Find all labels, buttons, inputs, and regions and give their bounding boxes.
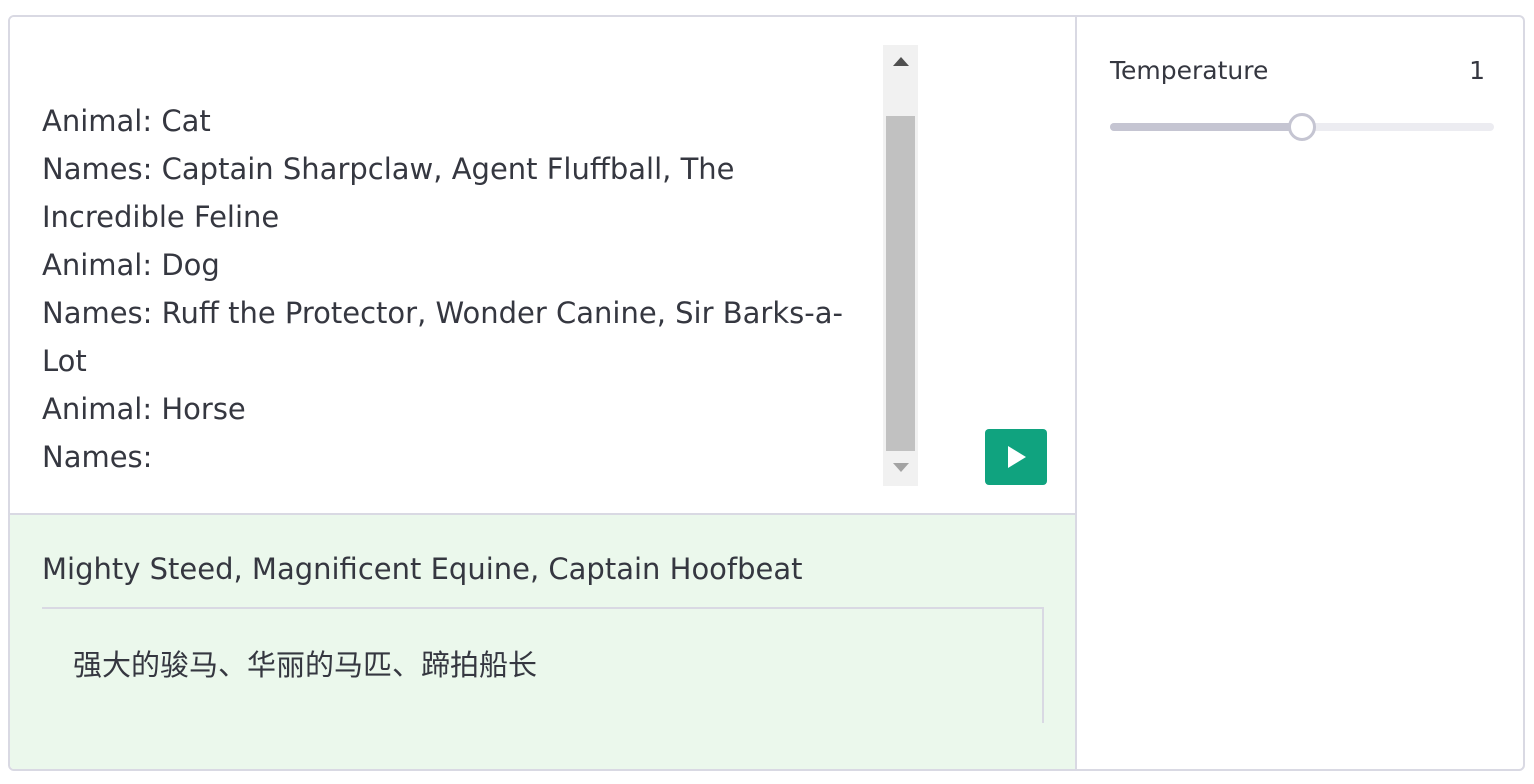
scrollbar-thumb[interactable]	[886, 116, 915, 451]
temperature-label: Temperature	[1110, 56, 1269, 85]
prompt-line-animal-cat: Animal: Cat	[42, 104, 211, 138]
prompt-line-animal-dog: Animal: Dog	[42, 248, 220, 282]
scroll-down-arrow-icon[interactable]	[893, 463, 909, 472]
settings-sidebar: Temperature 1	[1077, 17, 1523, 769]
completion-text: Mighty Steed, Magnificent Equine, Captai…	[42, 552, 803, 586]
prompt-line-names-cat: Names: Captain Sharpclaw, Agent Fluffbal…	[42, 152, 735, 234]
translation-text: 强大的骏马、华丽的马匹、蹄拍船长	[73, 648, 538, 682]
slider-thumb[interactable]	[1288, 113, 1316, 141]
prompt-line-animal-horse: Animal: Horse	[42, 392, 246, 426]
playground-panel: Animal: Cat Names: Captain Sharpclaw, Ag…	[8, 15, 1525, 771]
temperature-slider[interactable]	[1110, 113, 1494, 141]
prompt-text[interactable]: Animal: Cat Names: Captain Sharpclaw, Ag…	[42, 97, 867, 481]
prompt-scrollbar[interactable]	[883, 45, 918, 486]
play-icon	[1008, 446, 1026, 468]
temperature-value: 1	[1469, 56, 1485, 85]
slider-fill	[1110, 123, 1302, 131]
editor-pane: Animal: Cat Names: Captain Sharpclaw, Ag…	[10, 17, 1077, 769]
translation-box: 强大的骏马、华丽的马匹、蹄拍船长	[42, 607, 1044, 723]
completion-output: Mighty Steed, Magnificent Equine, Captai…	[10, 515, 1075, 769]
prompt-editor[interactable]: Animal: Cat Names: Captain Sharpclaw, Ag…	[10, 17, 1075, 515]
prompt-line-names-dog: Names: Ruff the Protector, Wonder Canine…	[42, 296, 843, 378]
scroll-up-arrow-icon[interactable]	[893, 57, 909, 66]
prompt-line-names-horse: Names:	[42, 440, 153, 474]
run-button[interactable]	[985, 429, 1047, 485]
